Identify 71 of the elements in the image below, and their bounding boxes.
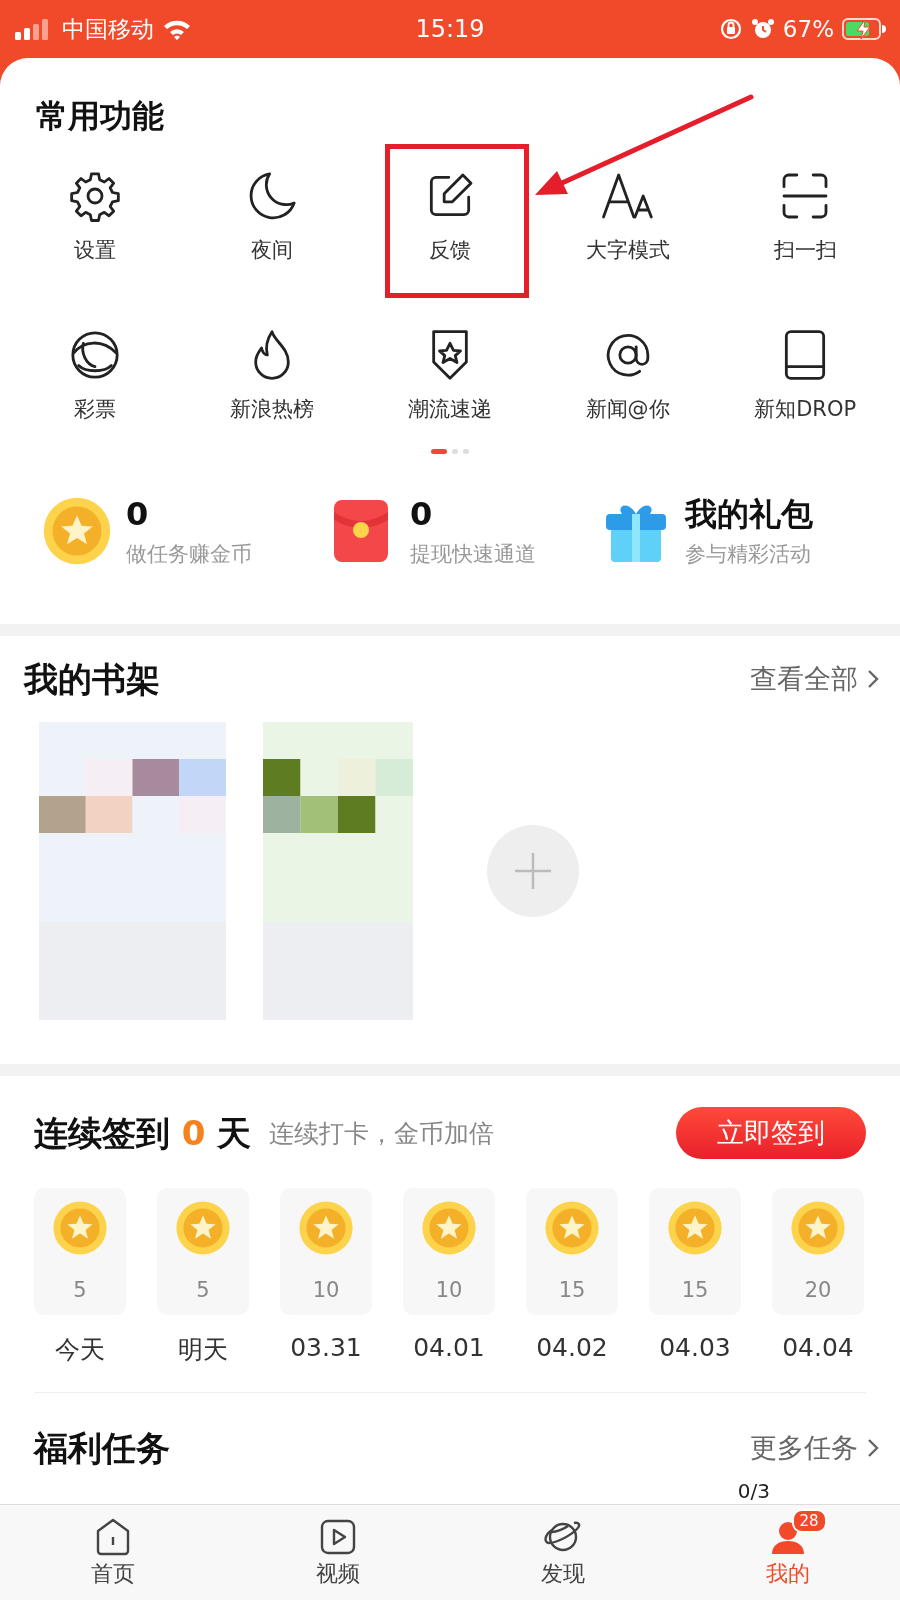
- plus-icon: [513, 851, 553, 891]
- chevron-right-icon: [866, 1437, 880, 1459]
- battery-percent: 67%: [782, 16, 834, 42]
- coin-icon: [421, 1200, 477, 1256]
- coin-amount: 10: [435, 1278, 463, 1302]
- reward-date: 04.03: [659, 1333, 731, 1362]
- reward-date: 04.04: [782, 1333, 854, 1362]
- alarm-clock-icon: [750, 17, 775, 41]
- coin-icon: [52, 1200, 108, 1256]
- function-item[interactable]: 新浪热榜: [230, 327, 315, 429]
- function-label: 反馈: [429, 237, 471, 264]
- function-label: 扫一扫: [773, 237, 837, 264]
- coin-icon: [298, 1200, 354, 1256]
- function-item[interactable]: 夜间: [244, 168, 301, 270]
- section-title: 福利任务: [34, 1428, 170, 1468]
- coin-icon: [175, 1200, 231, 1256]
- coin-amount: 5: [196, 1278, 210, 1302]
- function-label: 新浪热榜: [230, 396, 315, 423]
- coin-icon: [667, 1200, 723, 1256]
- stat-caption: 提现快速通道: [410, 541, 536, 568]
- function-label: 新知DROP: [754, 396, 857, 423]
- carrier-name: 中国移动: [62, 14, 154, 44]
- clock-time: 15:19: [415, 15, 485, 43]
- battery-icon: [842, 17, 886, 41]
- coin-amount: 5: [73, 1278, 87, 1302]
- view-all-link[interactable]: 查看全部: [750, 661, 880, 697]
- section-title: 我的书架: [24, 659, 160, 699]
- function-item[interactable]: 新闻@你: [585, 327, 670, 429]
- reward-date: 03.31: [290, 1333, 362, 1362]
- wifi-icon: [162, 18, 192, 40]
- coin-icon: [544, 1200, 600, 1256]
- function-label: 彩票: [73, 396, 116, 423]
- stat-value: 0: [410, 494, 434, 534]
- tab-item[interactable]: 视频: [225, 1505, 450, 1600]
- reward-date: 今天: [55, 1334, 105, 1366]
- rotation-lock-icon: [718, 17, 743, 41]
- function-label: 设置: [73, 237, 116, 264]
- function-label: 夜间: [251, 237, 294, 264]
- function-item[interactable]: 大字模式: [585, 168, 670, 270]
- reward-date: 04.02: [536, 1333, 608, 1362]
- checkin-title: 连续签到 0 天: [34, 1113, 252, 1153]
- tab-item[interactable]: 发现: [450, 1505, 675, 1600]
- function-item[interactable]: 反馈: [422, 168, 478, 270]
- stat-caption: 参与精彩活动: [685, 541, 812, 568]
- checkin-button[interactable]: 立即签到: [676, 1107, 866, 1159]
- coin-amount: 15: [681, 1278, 709, 1302]
- chevron-right-icon: [866, 668, 880, 690]
- reward-date: 04.01: [413, 1333, 485, 1362]
- checkin-hint: 连续打卡，金币加倍: [269, 1117, 495, 1150]
- section-title: 常用功能: [35, 96, 165, 136]
- stat-caption: 做任务赚金币: [126, 541, 252, 568]
- function-item[interactable]: 扫一扫: [773, 168, 837, 270]
- function-item[interactable]: 潮流速递: [408, 327, 492, 429]
- coin-amount: 10: [312, 1278, 340, 1302]
- reward-date: 明天: [178, 1334, 228, 1366]
- function-label: 大字模式: [585, 237, 670, 264]
- function-item[interactable]: 设置: [66, 168, 123, 270]
- coin-icon: [790, 1200, 846, 1256]
- more-tasks-link[interactable]: 更多任务: [750, 1430, 880, 1466]
- coin-amount: 20: [804, 1278, 832, 1302]
- coin-amount: 15: [558, 1278, 586, 1302]
- tab-item[interactable]: 首页: [0, 1505, 225, 1600]
- stat-value: 0: [126, 494, 150, 534]
- tab-item[interactable]: 28 我的: [675, 1505, 900, 1600]
- function-item[interactable]: 彩票: [66, 327, 123, 429]
- function-label: 潮流速递: [408, 396, 492, 423]
- function-label: 新闻@你: [585, 396, 670, 423]
- stat-value: 我的礼包: [685, 494, 813, 534]
- function-item[interactable]: 新知DROP: [754, 327, 857, 429]
- coin-icon: [42, 496, 112, 566]
- count-badge: 28: [791, 1508, 827, 1533]
